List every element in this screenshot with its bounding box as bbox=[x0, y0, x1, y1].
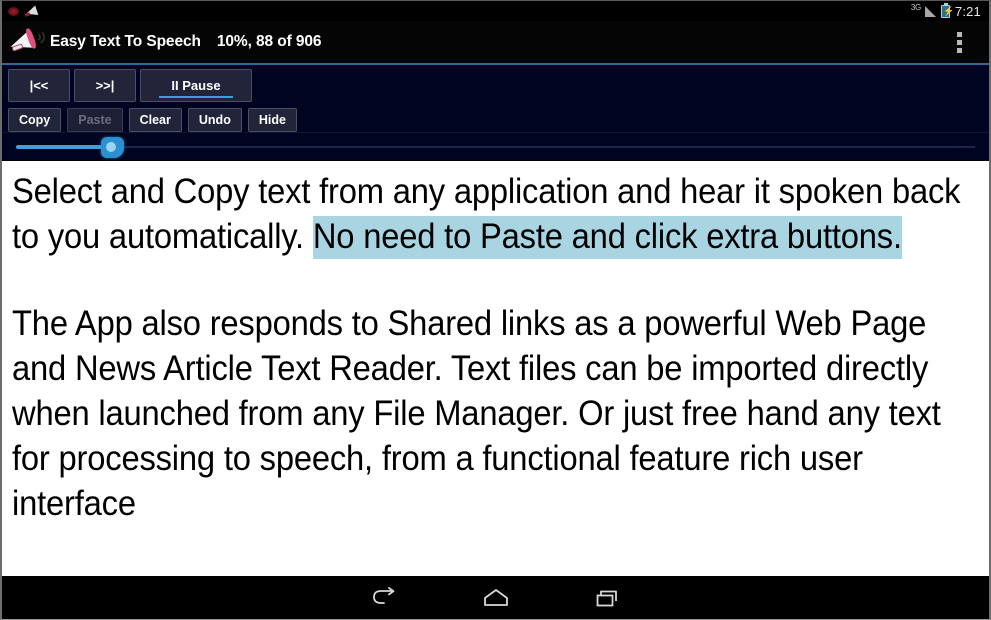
undo-button[interactable]: Undo bbox=[187, 108, 242, 132]
signal-bars-icon bbox=[924, 5, 936, 17]
paragraph-1-highlight: No need to Paste and click extra buttons… bbox=[312, 216, 902, 259]
hide-button-label: Hide bbox=[258, 113, 286, 127]
copy-button-label: Copy bbox=[19, 113, 51, 127]
alert-dot-icon bbox=[8, 6, 19, 16]
pause-button[interactable]: II Pause bbox=[140, 69, 252, 102]
battery-charging-icon: ⚡ bbox=[940, 2, 955, 18]
status-bar-notifications bbox=[8, 6, 39, 17]
slider-thumb[interactable] bbox=[101, 137, 124, 158]
playback-progress-slider[interactable] bbox=[2, 132, 989, 160]
megaphone-icon bbox=[7, 26, 46, 58]
status-bar-system: 3G ⚡ 7:21 bbox=[910, 2, 981, 19]
forward-button[interactable]: >>| bbox=[74, 69, 136, 102]
transport-button-row: |<< >>| II Pause bbox=[4, 69, 989, 102]
slider-fill bbox=[16, 145, 111, 149]
text-content-area[interactable]: Select and Copy text from any applicatio… bbox=[2, 161, 989, 578]
android-device-screen: 3G ⚡ 7:21 Easy Text To Speech 10%, 88 of… bbox=[0, 0, 991, 620]
forward-button-label: >>| bbox=[95, 78, 115, 93]
paste-button: Paste bbox=[67, 108, 123, 132]
megaphone-notification-icon bbox=[25, 6, 39, 17]
slider-track bbox=[16, 146, 975, 148]
playback-progress-label: 10%, 88 of 906 bbox=[216, 33, 322, 50]
recent-apps-icon[interactable] bbox=[591, 583, 625, 613]
edit-button-row: Copy Paste Clear Undo Hide bbox=[4, 108, 989, 132]
undo-button-label: Undo bbox=[198, 113, 231, 127]
rewind-button[interactable]: |<< bbox=[8, 69, 70, 102]
overflow-menu-icon[interactable] bbox=[949, 27, 969, 57]
app-title-bar: Easy Text To Speech 10%, 88 of 906 bbox=[2, 21, 989, 63]
paragraph-1: Select and Copy text from any applicatio… bbox=[12, 169, 977, 259]
hide-button[interactable]: Hide bbox=[247, 108, 297, 132]
status-bar-clock: 7:21 bbox=[954, 3, 981, 19]
status-bar: 3G ⚡ 7:21 bbox=[2, 1, 989, 21]
pause-active-indicator bbox=[159, 96, 233, 98]
home-icon[interactable] bbox=[479, 583, 513, 613]
paragraph-2: The App also responds to Shared links as… bbox=[12, 304, 941, 523]
android-navigation-bar bbox=[2, 576, 989, 619]
paste-button-label: Paste bbox=[78, 113, 112, 127]
pause-button-label: II Pause bbox=[171, 78, 221, 93]
clear-button[interactable]: Clear bbox=[128, 108, 182, 132]
network-type-label: 3G bbox=[910, 3, 921, 12]
clear-button-label: Clear bbox=[139, 113, 171, 127]
back-arrow-icon[interactable] bbox=[367, 583, 401, 613]
app-title: Easy Text To Speech bbox=[50, 33, 201, 50]
copy-button[interactable]: Copy bbox=[8, 108, 62, 132]
rewind-button-label: |<< bbox=[29, 78, 49, 93]
